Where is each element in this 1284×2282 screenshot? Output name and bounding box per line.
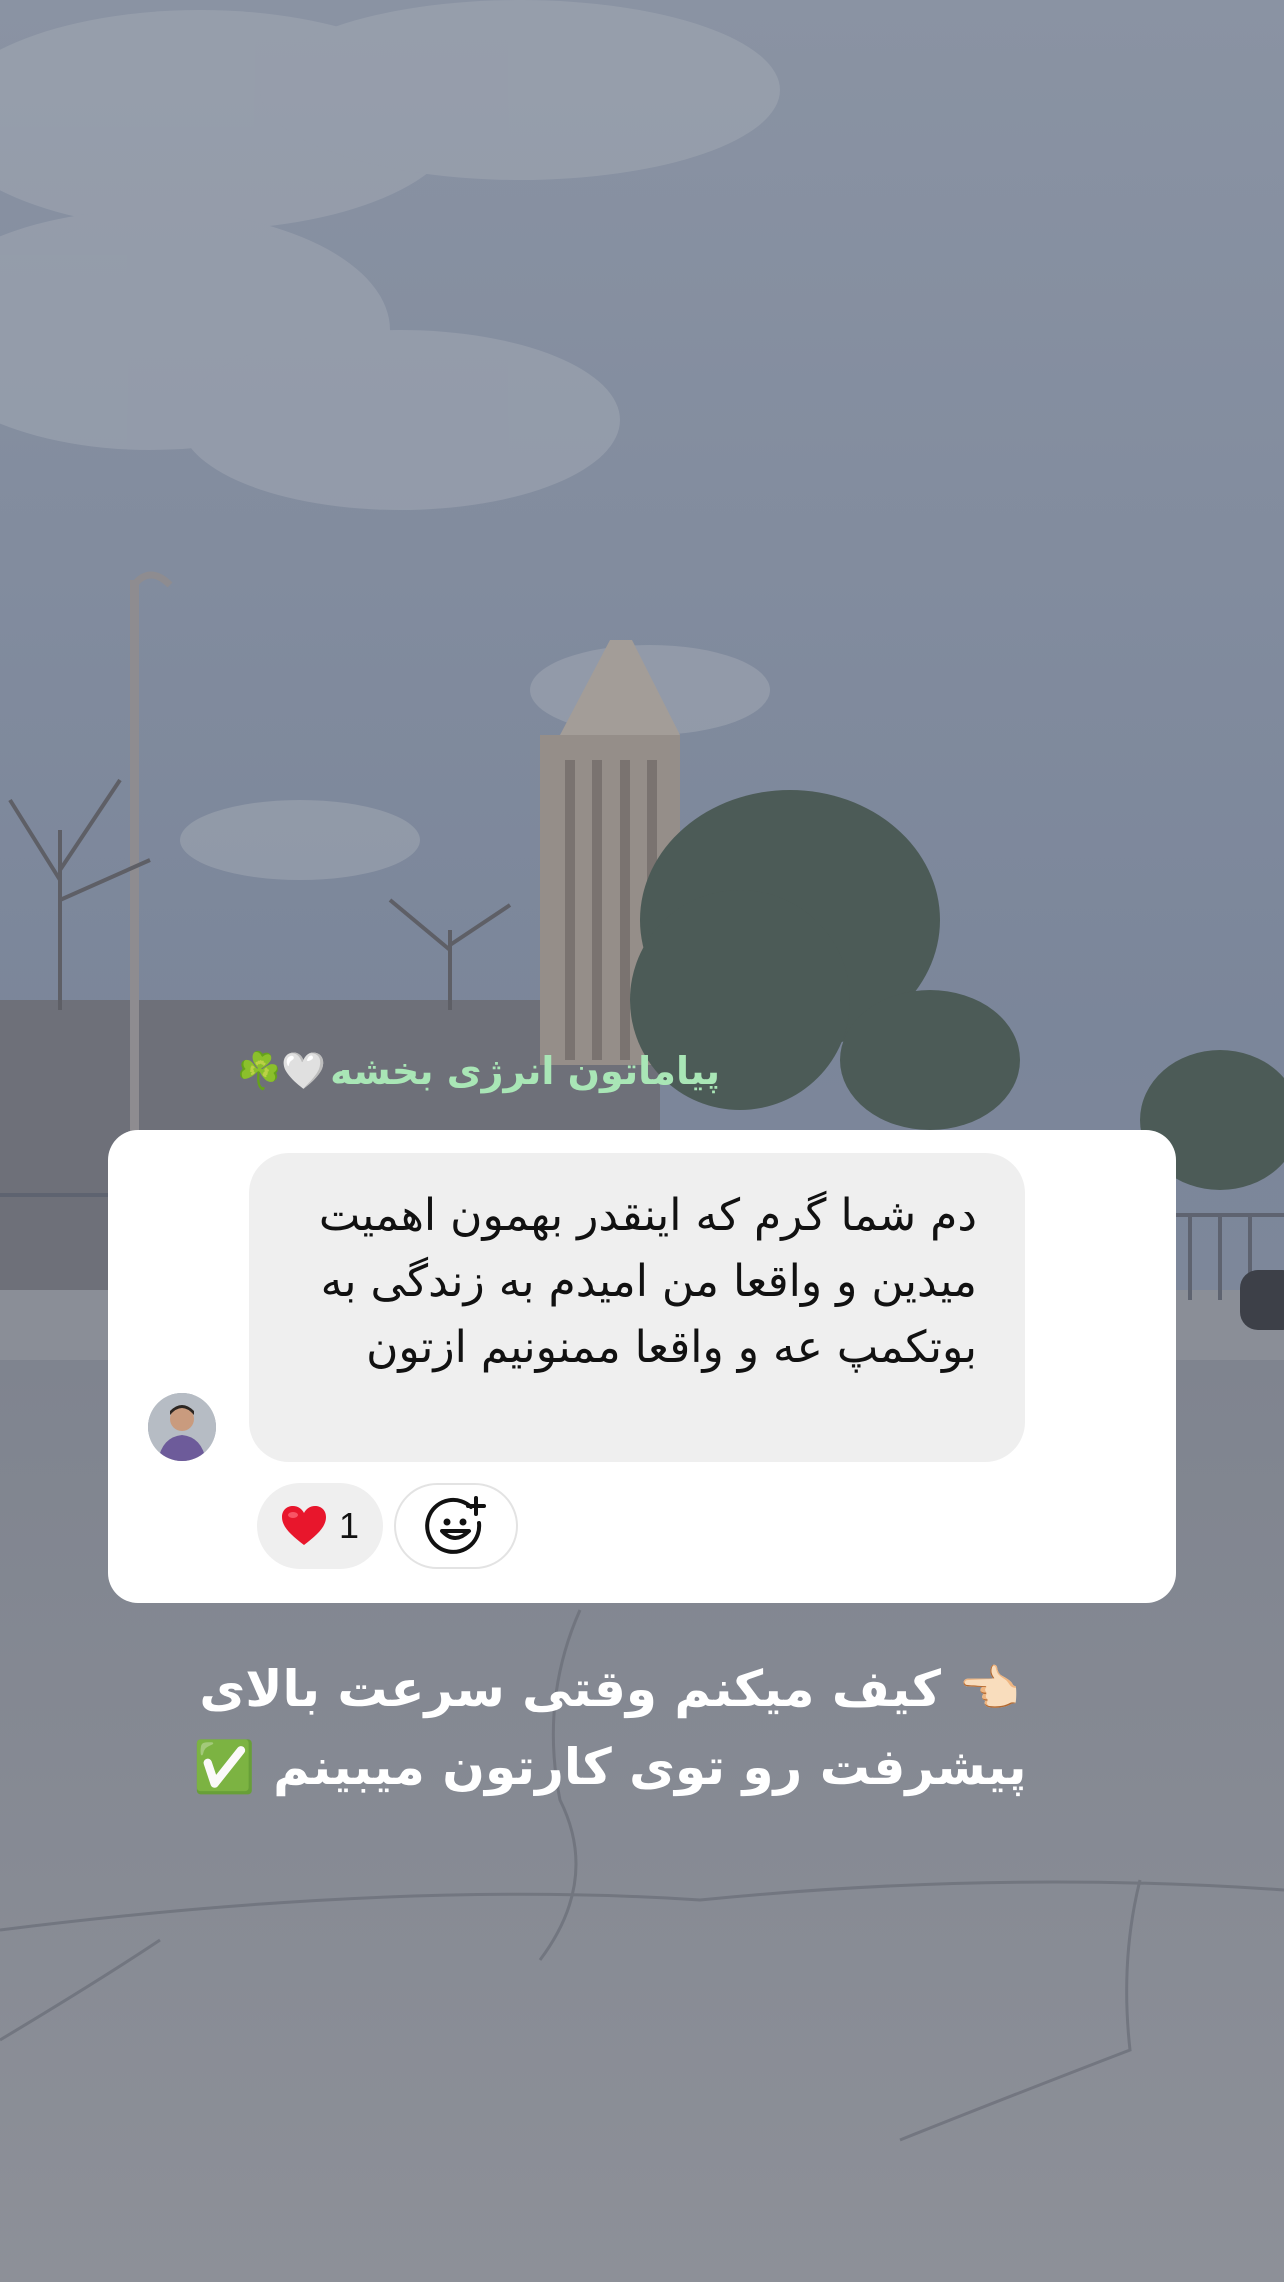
avatar-image xyxy=(148,1393,216,1461)
story-title: پیاماتون انرژی بخشه 🤍☘️ xyxy=(160,1040,721,1102)
heart-clover-emoji: 🤍☘️ xyxy=(236,1051,327,1092)
add-reaction-button[interactable] xyxy=(394,1483,518,1569)
story-title-text: پیاماتون انرژی بخشه xyxy=(330,1049,720,1093)
reaction-count: 1 xyxy=(338,1505,360,1546)
avatar[interactable] xyxy=(148,1393,216,1461)
story-caption: 👈🏻 کیف میکنم وقتی سرعت بالای پیشرفت رو ت… xyxy=(160,1650,1060,1806)
heart-icon xyxy=(281,1506,326,1545)
message-bubble[interactable]: دم شما گرم که اینقدر بهمون اهمیت میدین و… xyxy=(249,1153,1025,1462)
caption-line-2: پیشرفت رو توی کارتون میبینم ✅ xyxy=(193,1738,1027,1796)
message-text: دم شما گرم که اینقدر بهمون اهمیت میدین و… xyxy=(318,1190,977,1373)
caption-line-1: 👈🏻 کیف میکنم وقتی سرعت بالای xyxy=(199,1660,1021,1718)
heart-reaction[interactable]: 1 xyxy=(257,1483,383,1569)
smiley-plus-icon xyxy=(425,1496,486,1554)
